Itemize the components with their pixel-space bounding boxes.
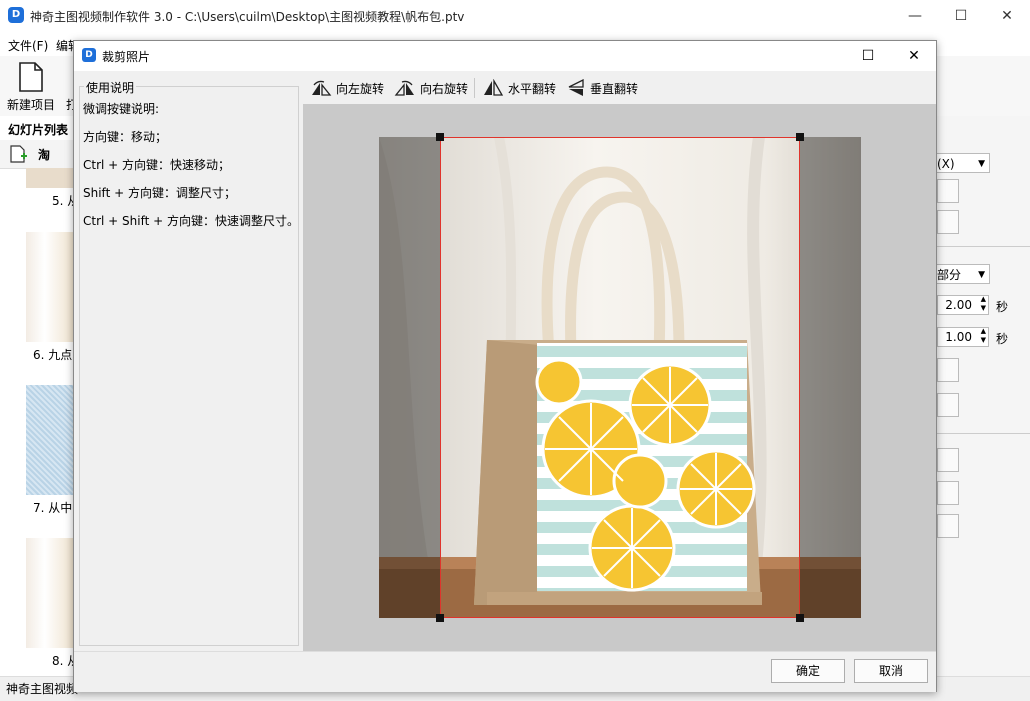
duration-unit-1: 秒 [996,300,1009,314]
crop-handle-bottom-left[interactable] [436,614,444,622]
toolbar-separator [474,78,475,98]
duration-spinner-1[interactable]: 2.00 ▲ ▼ [937,295,989,315]
spinner-arrows-icon[interactable]: ▲ ▼ [981,295,986,313]
slide-thumbnail-6[interactable] [26,232,73,342]
duration-spinner-2[interactable]: 1.00 ▲ ▼ [937,327,989,347]
property-select-1-value: (X) [937,157,955,171]
rotate-left-icon [312,80,332,96]
rotate-right-label: 向右旋转 [420,81,469,96]
main-window-title: 神奇主图视频制作软件 3.0 - C:\Users\cuilm\Desktop\… [30,10,465,24]
slide-thumbnail-7[interactable] [26,385,73,495]
flip-horizontal-button[interactable]: 水平翻转 [482,78,556,98]
slide-thumbnail-5[interactable] [26,168,73,188]
property-select-2[interactable]: 部分 ▼ [930,264,990,284]
app-logo-icon: D [8,7,24,23]
panel-divider [937,246,1030,247]
rotate-right-button[interactable]: 向右旋转 [394,78,468,98]
crop-shade-right [800,137,861,618]
property-button-6[interactable] [937,481,959,505]
flip-vertical-button[interactable]: 垂直翻转 [566,78,638,98]
flip-vertical-icon [568,79,584,96]
duration-unit-2: 秒 [996,332,1009,346]
instruction-line: Ctrl + Shift + 方向键：快速调整尺寸。 [83,214,299,228]
instruction-line: Shift + 方向键：调整尺寸； [83,186,236,200]
dialog-title: 裁剪照片 [102,50,151,64]
flip-horizontal-icon [484,79,504,96]
flip-vertical-label: 垂直翻转 [590,81,639,96]
property-button-5[interactable] [937,448,959,472]
maximize-button[interactable]: ☐ [938,0,984,32]
close-button[interactable]: ✕ [984,0,1030,32]
add-slide-icon[interactable] [9,145,27,163]
dialog-maximize-button[interactable]: ☐ [845,41,891,71]
duration-value-1: 2.00 [945,298,972,312]
property-button-1[interactable] [937,179,959,203]
new-project-button[interactable]: 新建项目 [7,96,55,113]
instruction-line: Ctrl + 方向键：快速移动； [83,158,231,172]
property-button-4[interactable] [937,393,959,417]
property-button-3[interactable] [937,358,959,382]
rotate-left-button[interactable]: 向左旋转 [310,78,384,98]
cancel-button[interactable]: 取消 [854,659,928,683]
crop-selection-box[interactable] [440,137,800,618]
chevron-down-icon: ▼ [978,159,985,169]
menu-file[interactable]: 文件(F) [8,37,48,54]
dialog-close-button[interactable]: ✕ [891,41,937,71]
spinner-arrows-icon[interactable]: ▲ ▼ [981,327,986,345]
crop-handle-bottom-right[interactable] [796,614,804,622]
property-select-2-value: 部分 [937,268,962,282]
panel-divider [937,433,1030,434]
dialog-title-bar[interactable] [74,41,936,71]
rotate-right-icon [394,80,414,96]
property-button-7[interactable] [937,514,959,538]
instruction-line: 微调按键说明: [83,102,160,116]
chevron-down-icon: ▼ [978,270,985,280]
instruction-line: 方向键：移动； [83,130,168,144]
slide-thumbnail-8[interactable] [26,538,73,648]
slide-label-6: 6. 九点 [33,348,73,362]
property-button-2[interactable] [937,210,959,234]
crop-shade-left [379,137,440,618]
crop-handle-top-right[interactable] [796,133,804,141]
taobao-import-button[interactable]: 淘 [38,146,50,163]
slides-panel-title: 幻灯片列表 [8,123,69,137]
app-logo-icon: D [82,48,96,62]
new-document-icon[interactable] [18,62,44,92]
status-text: 神奇主图视频 [6,682,79,696]
property-select-1[interactable]: (X) ▼ [930,153,990,173]
instructions-title: 使用说明 [84,79,137,96]
duration-value-2: 1.00 [945,330,972,344]
flip-horizontal-label: 水平翻转 [508,81,557,96]
rotate-left-label: 向左旋转 [336,81,385,96]
crop-handle-top-left[interactable] [436,133,444,141]
minimize-button[interactable]: — [892,0,938,32]
ok-button[interactable]: 确定 [771,659,845,683]
